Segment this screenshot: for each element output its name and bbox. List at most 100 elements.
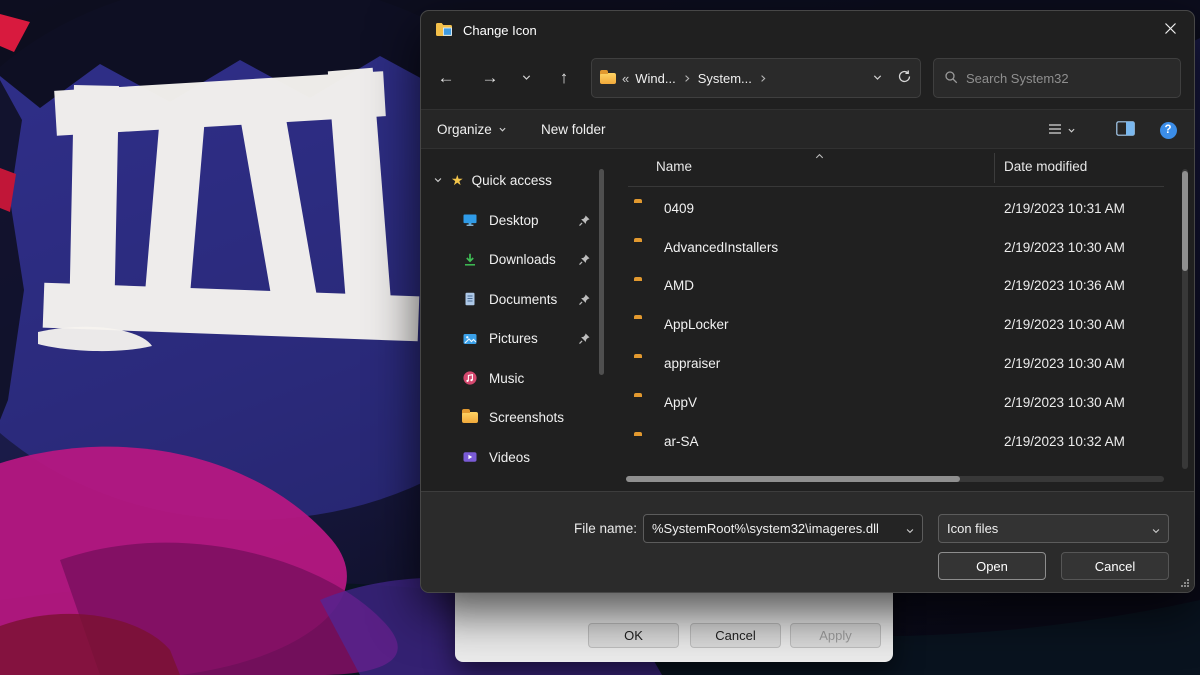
- file-row[interactable]: AdvancedInstallers 2/19/2023 10:30 AM: [616, 228, 1180, 267]
- documents-icon: [461, 291, 478, 308]
- horizontal-scrollbar-thumb[interactable]: [626, 476, 960, 482]
- up-icon: ↑: [560, 68, 569, 88]
- file-row[interactable]: AppV 2/19/2023 10:30 AM: [616, 383, 1180, 422]
- file-list: Name Date modified 0409 2/19/2023 10:31 …: [616, 149, 1180, 491]
- chevron-down-icon: [1151, 524, 1161, 539]
- file-type-combobox[interactable]: Icon files: [938, 514, 1169, 543]
- sidebar-item-desktop[interactable]: Desktop: [421, 201, 599, 241]
- file-date: 2/19/2023 10:31 AM: [1004, 201, 1125, 216]
- downloads-icon: [461, 251, 478, 268]
- search-icon: [944, 70, 958, 87]
- file-rows: 0409 2/19/2023 10:31 AM AdvancedInstalle…: [616, 189, 1180, 461]
- organize-label: Organize: [437, 122, 492, 137]
- breadcrumb-system32[interactable]: System...: [698, 71, 752, 86]
- forward-button[interactable]: →: [472, 60, 508, 96]
- content-area: ★ Quick access Desktop Downloads: [421, 149, 1194, 491]
- file-name: AMD: [664, 278, 694, 293]
- file-name-combobox[interactable]: %SystemRoot%\system32\imageres.dll: [643, 514, 923, 543]
- breadcrumb-windows[interactable]: Wind...: [635, 71, 675, 86]
- refresh-icon[interactable]: [897, 69, 912, 87]
- command-bar: Organize New folder ?: [421, 109, 1194, 149]
- list-view-icon: [1047, 121, 1063, 140]
- forward-icon: →: [482, 68, 499, 88]
- pin-icon: [578, 293, 591, 309]
- dialog-title: Change Icon: [463, 23, 537, 38]
- sidebar-scrollbar[interactable]: [599, 161, 604, 479]
- sidebar-item-music[interactable]: Music: [421, 359, 599, 399]
- preview-pane-button[interactable]: [1111, 117, 1139, 143]
- resize-grip[interactable]: [1180, 576, 1190, 591]
- recent-locations-button[interactable]: [514, 60, 538, 96]
- chevron-right-icon: [758, 73, 768, 84]
- desktop-icon: [461, 212, 478, 229]
- sidebar-item-videos[interactable]: Videos: [421, 438, 599, 478]
- up-button[interactable]: ↑: [546, 60, 582, 96]
- file-name: 0409: [664, 201, 694, 216]
- pin-icon: [578, 332, 591, 348]
- ok-button[interactable]: OK: [588, 623, 679, 648]
- search-input[interactable]: [966, 71, 1170, 86]
- file-date: 2/19/2023 10:32 AM: [1004, 434, 1125, 449]
- file-row[interactable]: 0409 2/19/2023 10:31 AM: [616, 189, 1180, 228]
- vertical-scrollbar-thumb[interactable]: [1182, 171, 1188, 271]
- file-row[interactable]: appraiser 2/19/2023 10:30 AM: [616, 344, 1180, 383]
- view-options-button[interactable]: [1041, 117, 1081, 143]
- title-bar: Change Icon: [421, 11, 1194, 49]
- search-box[interactable]: [933, 58, 1181, 98]
- column-divider[interactable]: [994, 153, 995, 183]
- apply-button[interactable]: Apply: [790, 623, 881, 648]
- sidebar-item-label: Pictures: [489, 331, 538, 346]
- dialog-icon: [435, 21, 453, 40]
- horizontal-scrollbar[interactable]: [626, 476, 1164, 482]
- sidebar-item-quick-access[interactable]: ★ Quick access: [421, 161, 599, 201]
- sidebar-item-screenshots[interactable]: Screenshots: [421, 398, 599, 438]
- change-icon-dialog: Change Icon ← → ↑ « Wind...: [420, 10, 1195, 593]
- chevron-down-icon: [905, 524, 915, 539]
- file-name: AppV: [664, 395, 697, 410]
- file-date: 2/19/2023 10:36 AM: [1004, 278, 1125, 293]
- file-name-label: File name:: [533, 514, 637, 543]
- new-folder-button[interactable]: New folder: [533, 110, 614, 148]
- help-button[interactable]: ?: [1154, 117, 1182, 143]
- cancel-button-background[interactable]: Cancel: [690, 623, 781, 648]
- new-folder-label: New folder: [541, 122, 606, 137]
- preview-pane-icon: [1116, 121, 1135, 139]
- videos-icon: [461, 449, 478, 466]
- sidebar-item-label: Videos: [489, 450, 530, 465]
- cancel-button[interactable]: Cancel: [1061, 552, 1169, 580]
- organize-button[interactable]: Organize: [429, 110, 515, 148]
- dialog-footer: File name: %SystemRoot%\system32\imagere…: [421, 491, 1194, 593]
- column-header-name[interactable]: Name: [656, 159, 692, 174]
- open-button[interactable]: Open: [938, 552, 1046, 580]
- file-name: AppLocker: [664, 317, 729, 332]
- address-dropdown-icon[interactable]: [872, 71, 883, 86]
- sidebar-item-documents[interactable]: Documents: [421, 280, 599, 320]
- file-date: 2/19/2023 10:30 AM: [1004, 356, 1125, 371]
- address-bar[interactable]: « Wind... System...: [591, 58, 921, 98]
- folder-icon: [461, 409, 478, 426]
- address-folder-icon: [600, 73, 616, 84]
- sidebar-item-downloads[interactable]: Downloads: [421, 240, 599, 280]
- file-name: appraiser: [664, 356, 720, 371]
- sidebar-item-pictures[interactable]: Pictures: [421, 319, 599, 359]
- sidebar-item-label: Desktop: [489, 213, 539, 228]
- breadcrumb-overflow[interactable]: «: [622, 71, 629, 86]
- help-icon: ?: [1160, 122, 1177, 139]
- back-button[interactable]: ←: [428, 60, 464, 96]
- sidebar-scrollbar-thumb[interactable]: [599, 169, 604, 375]
- column-header-date-modified[interactable]: Date modified: [1004, 159, 1087, 174]
- file-row[interactable]: ar-SA 2/19/2023 10:32 AM: [616, 422, 1180, 461]
- file-type-value: Icon files: [947, 521, 998, 536]
- pin-icon: [578, 253, 591, 269]
- close-button[interactable]: [1147, 11, 1194, 49]
- file-row[interactable]: AMD 2/19/2023 10:36 AM: [616, 267, 1180, 306]
- file-name-value: %SystemRoot%\system32\imageres.dll: [652, 521, 879, 536]
- vertical-scrollbar[interactable]: [1182, 169, 1188, 469]
- sidebar-item-label: Downloads: [489, 252, 556, 267]
- sidebar-item-label: Documents: [489, 292, 557, 307]
- sidebar-item-label: Screenshots: [489, 410, 564, 425]
- file-row[interactable]: AppLocker 2/19/2023 10:30 AM: [616, 305, 1180, 344]
- chevron-right-icon: [682, 73, 692, 84]
- music-icon: [461, 370, 478, 387]
- chevron-down-icon: [521, 68, 532, 88]
